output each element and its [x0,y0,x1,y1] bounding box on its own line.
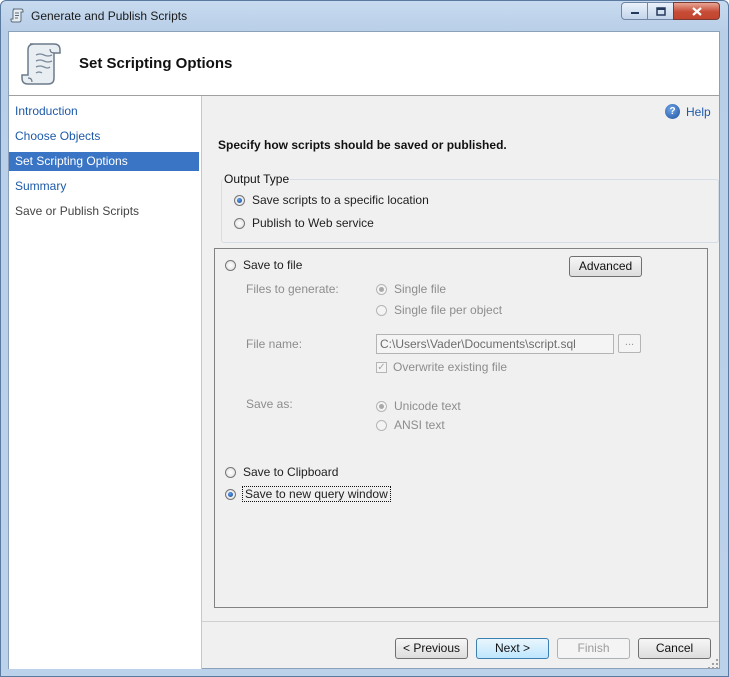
title-bar[interactable]: Generate and Publish Scripts [1,1,728,31]
radio-label: Save scripts to a specific location [252,193,429,207]
checkmark-icon: ✓ [376,361,387,373]
finish-button: Finish [557,638,630,659]
file-name-input: C:\Users\Vader\Documents\script.sql [376,334,614,354]
radio-ansi-text: ANSI text [376,418,445,432]
radio-label: Save to new query window [242,486,391,502]
radio-label: ANSI text [394,418,445,432]
advanced-button[interactable]: Advanced [569,256,642,277]
maximize-button[interactable] [647,2,674,20]
minimize-button[interactable] [621,2,648,20]
nav-item-summary[interactable]: Summary [9,177,199,196]
radio-save-to-file[interactable]: Save to file [225,258,302,272]
cancel-button[interactable]: Cancel [638,638,711,659]
file-name-label: File name: [246,337,303,351]
radio-dot [234,194,245,206]
help-icon: ? [665,104,680,119]
nav-item-save-or-publish: Save or Publish Scripts [15,204,140,218]
previous-button[interactable]: < Previous [395,638,468,659]
radio-unicode-text: Unicode text [376,399,461,413]
radio-dot [376,419,387,431]
radio-dot [376,283,387,295]
nav-item-choose-objects[interactable]: Choose Objects [9,127,199,146]
output-type-label: Output Type [223,172,291,186]
footer-divider [202,621,719,622]
overwrite-checkbox: ✓ Overwrite existing file [376,360,507,374]
close-button[interactable] [673,2,720,20]
radio-dot [234,217,245,229]
minimize-icon [630,12,639,14]
radio-save-to-clipboard[interactable]: Save to Clipboard [225,465,338,479]
maximize-icon [655,6,666,16]
radio-dot [376,400,387,412]
save-as-label: Save as: [246,397,293,411]
script-scroll-icon [21,43,61,85]
radio-publish-web-service[interactable]: Publish to Web service [234,216,374,230]
radio-label: Publish to Web service [252,216,374,230]
radio-single-file: Single file [376,282,446,296]
files-to-generate-label: Files to generate: [246,282,339,296]
radio-label: Save to Clipboard [243,465,339,479]
close-icon [691,6,702,16]
radio-single-file-per-object: Single file per object [376,303,502,317]
page-title: Set Scripting Options [79,55,233,72]
radio-label: Single file per object [394,303,503,317]
wizard-nav: Introduction Choose Objects Set Scriptin… [9,96,202,669]
radio-label: Save to file [243,258,303,272]
next-button[interactable]: Next > [476,638,549,659]
radio-dot [225,259,236,271]
save-options-panel [214,248,708,608]
window-title: Generate and Publish Scripts [31,9,188,23]
radio-label: Single file [394,282,447,296]
wizard-header: Set Scripting Options [9,32,719,96]
checkbox-label: Overwrite existing file [393,360,508,374]
radio-save-to-location[interactable]: Save scripts to a specific location [234,193,429,207]
radio-dot [225,488,236,500]
radio-dot [225,466,236,478]
nav-item-introduction[interactable]: Introduction [9,102,199,121]
radio-label: Unicode text [394,399,461,413]
instruction-text: Specify how scripts should be saved or p… [218,138,507,152]
nav-item-set-scripting-options[interactable]: Set Scripting Options [9,152,199,171]
browse-button: ... [618,334,641,353]
radio-dot [376,304,387,316]
help-label: Help [686,104,711,119]
output-type-group [221,179,719,243]
help-link[interactable]: ? Help [665,104,711,119]
wizard-window: Generate and Publish Scripts Set Scripti… [0,0,729,677]
radio-save-to-query-window[interactable]: Save to new query window [225,486,391,502]
resize-grip-icon[interactable] [708,659,718,669]
wizard-client-area: Set Scripting Options Introduction Choos… [8,31,720,669]
script-scroll-icon [10,8,24,23]
